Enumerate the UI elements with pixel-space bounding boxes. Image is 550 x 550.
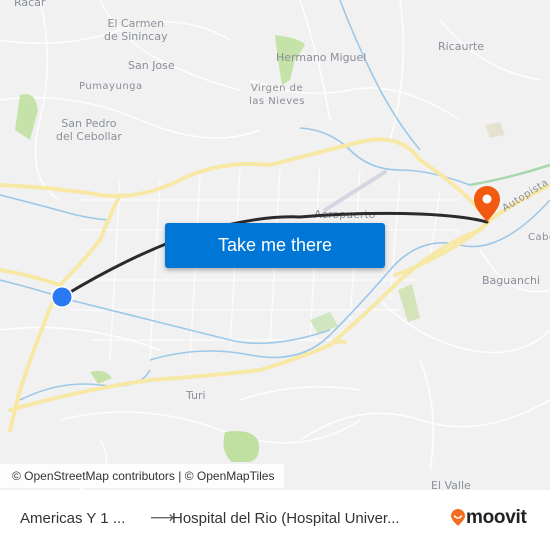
origin-stop-name: Americas Y 1 ... (20, 510, 126, 527)
origin-marker[interactable] (52, 287, 72, 307)
destination-pin-icon[interactable] (474, 186, 500, 222)
footer-bar: Americas Y 1 ... ⟶ Hospital del Rio (Hos… (0, 490, 550, 550)
destination-name: Hospital del Rio (Hospital Univer... (172, 510, 400, 527)
arrow-right-icon: ⟶ (150, 508, 175, 527)
take-me-there-button[interactable]: Take me there (165, 223, 385, 268)
moovit-logo[interactable]: moovit (450, 507, 527, 529)
map[interactable]: Racar El Carmen de Sinincay San Jose Pum… (0, 0, 550, 490)
moovit-wordmark: moovit (466, 507, 527, 528)
map-attribution[interactable]: © OpenStreetMap contributors | © OpenMap… (0, 464, 285, 488)
moovit-pin-icon (451, 509, 465, 526)
